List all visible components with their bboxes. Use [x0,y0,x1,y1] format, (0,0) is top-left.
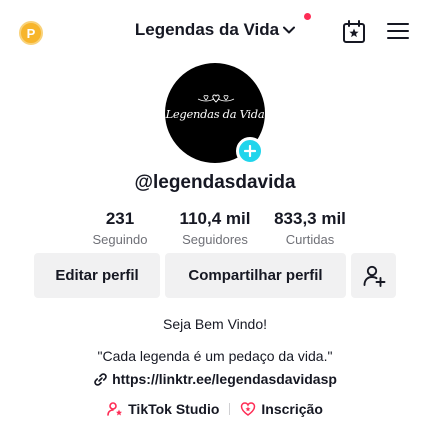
tiktok-studio-link[interactable]: TikTok Studio [107,401,219,417]
top-bar: P Legendas da Vida [0,0,430,64]
calendar-star-icon[interactable] [341,19,367,45]
add-friend-button[interactable] [351,253,396,298]
stat-label: Curtidas [285,232,335,247]
stat-value: 833,3 mil [274,209,346,228]
account-switcher[interactable]: Legendas da Vida [134,13,312,40]
hearts-decoration [197,94,235,103]
menu-icon[interactable] [386,21,412,43]
notification-dot [304,13,312,20]
bio-welcome: Seja Bem Vindo! [162,316,268,332]
share-profile-button[interactable]: Compartilhar perfil [165,253,346,298]
edit-profile-button[interactable]: Editar perfil [34,253,160,298]
username: @legendasdavida [134,172,296,193]
plus-icon [244,145,256,157]
divider [229,403,231,415]
account-title: Legendas da Vida [134,20,280,39]
add-avatar-button[interactable] [236,137,264,165]
add-friend-icon [363,265,385,287]
bio-link-text: https://linktr.ee/legendasdavidasp [112,371,337,387]
subscription-link[interactable]: Inscrição [240,401,323,417]
subscription-icon [241,402,256,416]
stat-likes[interactable]: 833,3 mil Curtidas [250,209,370,247]
tiktok-studio-label: TikTok Studio [128,401,220,417]
profile-page: P Legendas da Vida Legendas da Vida @leg… [0,0,430,430]
bio-link-row: https://linktr.ee/legendasdavidasp [0,371,430,390]
studio-icon [107,402,123,416]
bio-link[interactable]: https://linktr.ee/legendasdavidasp [93,371,337,387]
bio-quote: "Cada legenda é um pedaço da vida." [97,348,333,364]
subscription-label: Inscrição [261,401,323,417]
avatar-logo-text: Legendas da Vida [165,107,265,121]
chevron-down-icon [283,26,296,34]
creator-tools-row: TikTok Studio Inscrição [0,401,430,420]
link-icon [94,372,107,386]
